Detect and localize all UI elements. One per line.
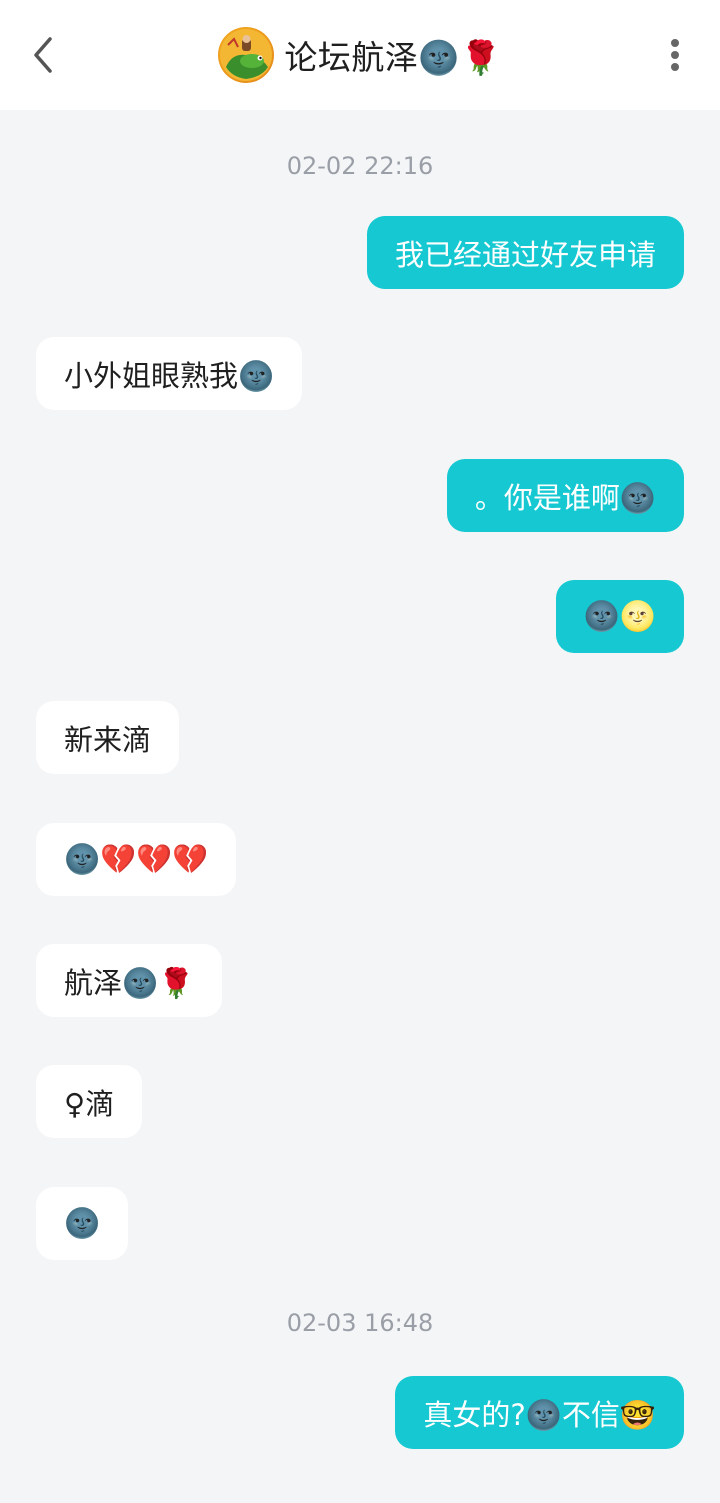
avatar[interactable] bbox=[218, 27, 275, 83]
message-bubble-outgoing[interactable]: 🌚🌝 bbox=[555, 580, 684, 653]
message-bubble-incoming[interactable]: 🌚 bbox=[36, 1187, 129, 1260]
message-bubble-outgoing[interactable]: 我已经通过好友申请 bbox=[366, 216, 684, 289]
message-bubble-incoming[interactable]: ♀滴 bbox=[36, 1065, 143, 1138]
more-vertical-icon bbox=[671, 39, 679, 71]
message-bubble-incoming[interactable]: 新来滴 bbox=[36, 701, 180, 774]
page-title: 论坛航泽🌚🌹 bbox=[284, 38, 502, 77]
message-bubble-outgoing[interactable]: 。你是谁啊🌚 bbox=[446, 459, 684, 532]
message-bubble-incoming[interactable]: 🌚💔💔💔 bbox=[36, 823, 237, 896]
chat-title-area[interactable]: 论坛航泽🌚🌹 bbox=[0, 26, 720, 84]
chat-header: 论坛航泽🌚🌹 bbox=[0, 0, 720, 110]
timestamp: 02-02 22:16 bbox=[286, 152, 434, 180]
message-bubble-incoming[interactable]: 小外姐眼熟我🌚 bbox=[36, 337, 303, 410]
more-options-button[interactable] bbox=[664, 33, 686, 77]
message-bubble-incoming[interactable]: 航泽🌚🌹 bbox=[36, 944, 223, 1017]
message-bubble-outgoing[interactable]: 真女的?🌚不信🤓 bbox=[395, 1376, 684, 1449]
chat-message-list[interactable]: 02-02 22:16 我已经通过好友申请 小外姐眼熟我🌚 。你是谁啊🌚 🌚🌝 … bbox=[0, 110, 720, 1503]
timestamp: 02-03 16:48 bbox=[286, 1309, 434, 1337]
